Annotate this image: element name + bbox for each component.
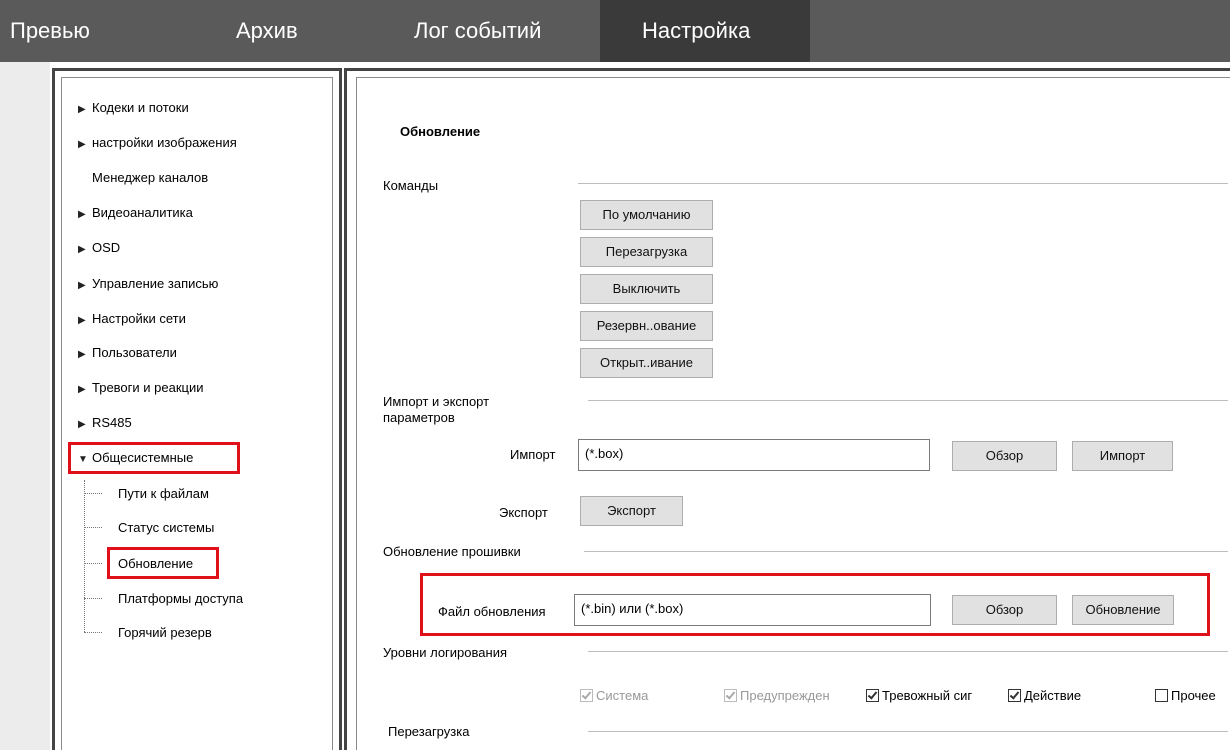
tree-item-osd[interactable]: ▶ OSD (78, 239, 120, 257)
checkbox-icon (580, 689, 593, 702)
import-export-section-label: Импорт и экспорт (383, 394, 490, 409)
tree-item-image-settings[interactable]: ▶ настройки изображения (78, 134, 237, 152)
expand-arrow-icon[interactable]: ▶ (78, 381, 92, 399)
log-levels-section-label: Уровни логирования (383, 645, 507, 660)
import-button[interactable]: Импорт (1072, 441, 1173, 471)
update-browse-button[interactable]: Обзор (952, 595, 1057, 625)
tree-item-rs485[interactable]: ▶ RS485 (78, 414, 132, 432)
tab-archive[interactable]: Архив (236, 0, 356, 62)
checkbox-icon (1008, 689, 1021, 702)
reboot-section-label: Перезагрузка (388, 724, 470, 739)
highlight-box-update (107, 547, 219, 579)
tree-item-channel-manager[interactable]: Менеджер каналов (92, 169, 208, 187)
tree-connector (84, 598, 102, 599)
import-export-section-label-2: параметров (383, 410, 455, 425)
highlight-box-system (68, 442, 240, 474)
checkbox-icon (1155, 689, 1168, 702)
section-divider (578, 183, 1228, 184)
section-divider (584, 551, 1228, 552)
top-nav: Превью Архив Лог событий Настройка (0, 0, 1230, 62)
firmware-section-label: Обновление прошивки (383, 544, 521, 559)
tree-item-record-management[interactable]: ▶ Управление записью (78, 275, 218, 293)
update-file-field[interactable]: (*.bin) или (*.box) (574, 594, 931, 626)
restore-button[interactable]: Открыт..ивание (580, 348, 713, 378)
expand-arrow-icon[interactable]: ▶ (78, 136, 92, 154)
log-level-other-checkbox[interactable]: Прочее (1155, 688, 1216, 704)
tree-connector (84, 632, 102, 633)
export-button[interactable]: Экспорт (580, 496, 683, 526)
expand-arrow-icon[interactable]: ▶ (78, 346, 92, 364)
tree-connector (84, 527, 102, 528)
checkbox-icon (866, 689, 879, 702)
tab-preview[interactable]: Превью (0, 0, 230, 62)
section-divider (588, 400, 1228, 401)
tree-item-system-status[interactable]: Статус системы (118, 519, 214, 537)
default-button[interactable]: По умолчанию (580, 200, 713, 230)
export-label: Экспорт (499, 505, 548, 520)
log-level-system-checkbox[interactable]: Система (580, 688, 648, 704)
checkbox-icon (724, 689, 737, 702)
update-file-label: Файл обновления (438, 604, 546, 619)
tree-item-hot-standby[interactable]: Горячий резерв (118, 624, 212, 642)
section-divider (588, 731, 1228, 732)
update-button[interactable]: Обновление (1072, 595, 1174, 625)
expand-arrow-icon[interactable]: ▶ (78, 101, 92, 119)
page-title: Обновление (400, 124, 481, 139)
expand-arrow-icon[interactable]: ▶ (78, 312, 92, 330)
tree-connector (84, 493, 102, 494)
section-divider (588, 651, 1228, 652)
import-file-field[interactable]: (*.box) (578, 439, 930, 471)
tree-item-codecs[interactable]: ▶ Кодеки и потоки (78, 99, 189, 117)
tree-connector (84, 563, 102, 564)
expand-arrow-icon[interactable]: ▶ (78, 277, 92, 295)
tree-item-file-paths[interactable]: Пути к файлам (118, 485, 209, 503)
tab-settings[interactable]: Настройка (600, 0, 810, 62)
tree-item-alarms[interactable]: ▶ Тревоги и реакции (78, 379, 204, 397)
tab-event-log[interactable]: Лог событий (400, 0, 600, 62)
log-level-alarm-checkbox[interactable]: Тревожный сиг (866, 688, 994, 704)
shutdown-button[interactable]: Выключить (580, 274, 713, 304)
tree-connector (84, 480, 85, 632)
reboot-button[interactable]: Перезагрузка (580, 237, 713, 267)
log-level-warning-checkbox[interactable]: Предупрежден (724, 688, 862, 704)
tree-item-network-settings[interactable]: ▶ Настройки сети (78, 310, 186, 328)
commands-section-label: Команды (383, 178, 439, 193)
tree-item-video-analytics[interactable]: ▶ Видеоаналитика (78, 204, 193, 222)
import-label: Импорт (510, 447, 556, 462)
expand-arrow-icon[interactable]: ▶ (78, 241, 92, 259)
tree-item-access-platforms[interactable]: Платформы доступа (118, 590, 243, 608)
backup-button[interactable]: Резервн..ование (580, 311, 713, 341)
side-strip (0, 62, 50, 750)
log-level-action-checkbox[interactable]: Действие (1008, 688, 1081, 704)
tree-item-users[interactable]: ▶ Пользователи (78, 344, 177, 362)
expand-arrow-icon[interactable]: ▶ (78, 206, 92, 224)
import-browse-button[interactable]: Обзор (952, 441, 1057, 471)
expand-arrow-icon[interactable]: ▶ (78, 416, 92, 434)
